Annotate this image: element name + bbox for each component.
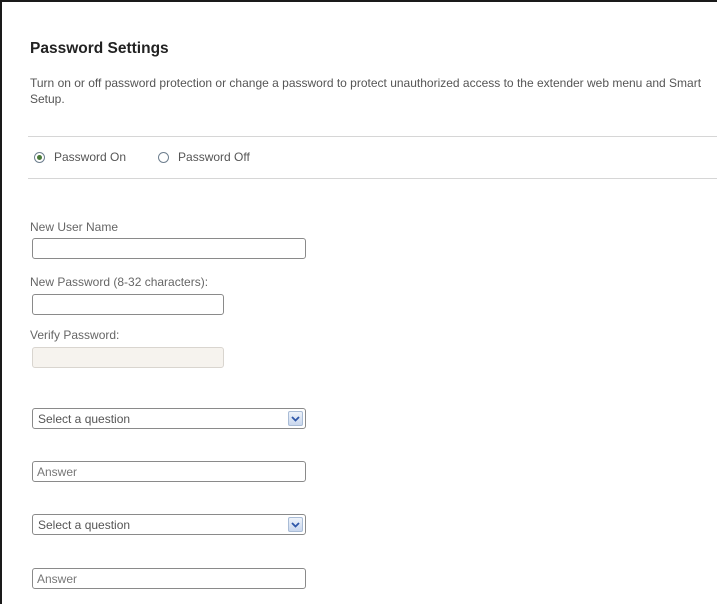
security-question-1-select[interactable]: Select a question <box>32 408 306 429</box>
username-input[interactable] <box>32 238 306 259</box>
username-label: New User Name <box>30 220 119 234</box>
verify-password-input[interactable] <box>32 347 224 368</box>
page-title: Password Settings <box>30 40 169 57</box>
security-answer-2-input[interactable] <box>32 568 306 589</box>
security-question-1-value: Select a question <box>38 412 131 426</box>
new-password-input[interactable] <box>32 294 224 315</box>
settings-panel: Password Settings Turn on or off passwor… <box>0 0 717 604</box>
password-off-radio[interactable] <box>158 151 170 163</box>
divider <box>28 136 717 137</box>
security-answer-1-input[interactable] <box>32 461 306 482</box>
divider <box>28 178 717 179</box>
password-off-label[interactable]: Password Off <box>178 150 250 164</box>
verify-password-label: Verify Password: <box>30 328 120 342</box>
page-description: Turn on or off password protection or ch… <box>30 76 702 106</box>
chevron-down-icon[interactable] <box>288 411 303 426</box>
password-mode-group: Password On Password Off <box>34 150 282 164</box>
password-on-label[interactable]: Password On <box>54 150 126 164</box>
password-on-radio[interactable] <box>34 151 45 163</box>
new-password-label: New Password (8-32 characters): <box>30 275 209 289</box>
chevron-down-icon[interactable] <box>288 517 303 532</box>
security-question-2-value: Select a question <box>38 518 131 532</box>
security-question-2-select[interactable]: Select a question <box>32 514 306 535</box>
